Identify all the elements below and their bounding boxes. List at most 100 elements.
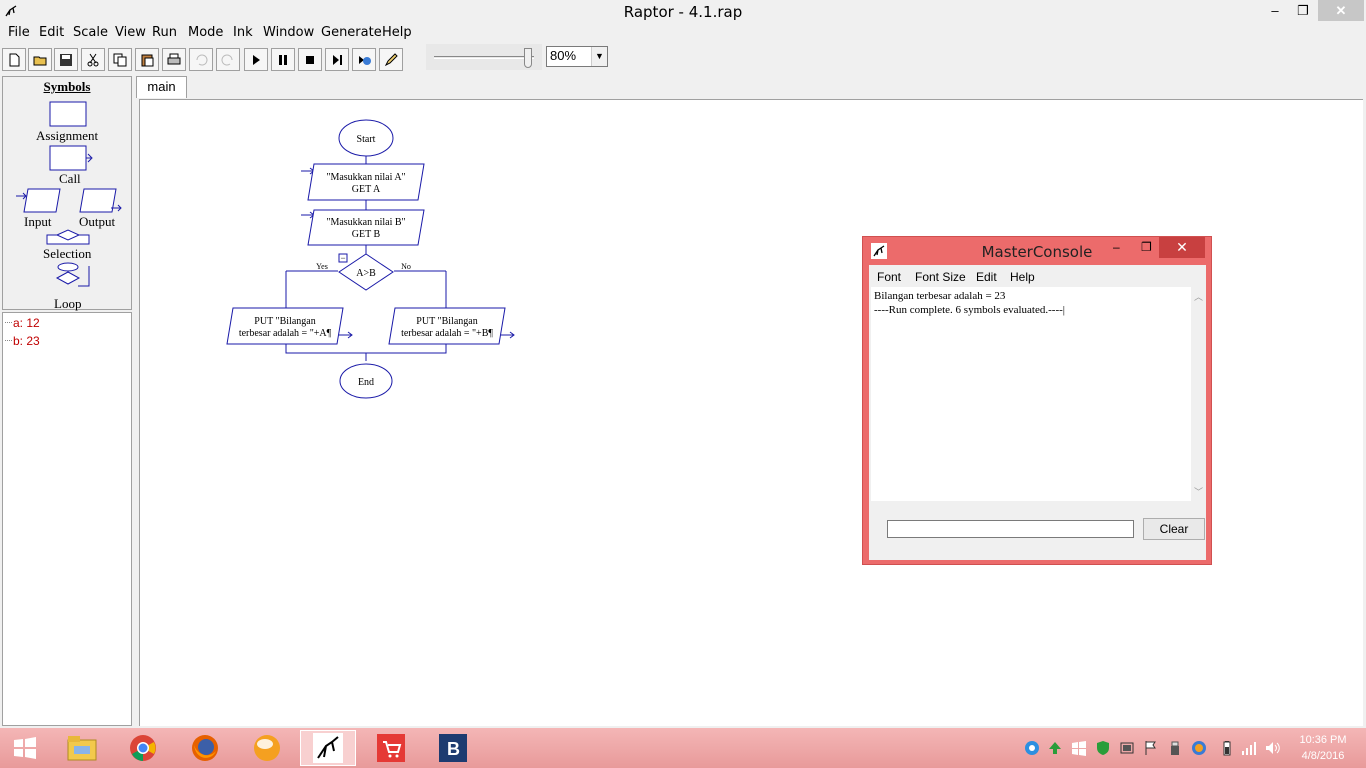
collapse-icon: − <box>340 253 345 263</box>
console-output[interactable]: Bilangan terbesar adalah = 23 ----Run co… <box>871 287 1191 501</box>
zoom-value: 80% <box>550 48 577 63</box>
new-file-button[interactable] <box>2 48 26 71</box>
input-b-prompt: "Masukkan nilai B" <box>326 217 405 228</box>
pause-icon <box>279 54 287 65</box>
master-console-window: MasterConsole – ❐ ✕ Font Font Size Edit … <box>862 236 1212 565</box>
console-input[interactable] <box>887 520 1134 538</box>
scroll-up-icon[interactable]: ︿ <box>1194 290 1203 303</box>
input-b-get: GET B <box>352 229 381 240</box>
menu-scale[interactable]: Scale <box>73 25 108 40</box>
save-button[interactable] <box>54 48 78 71</box>
console-menu-edit[interactable]: Edit <box>976 270 997 284</box>
clear-button[interactable]: Clear <box>1143 518 1205 540</box>
menu-run[interactable]: Run <box>152 25 177 40</box>
symbols-palette <box>16 101 122 287</box>
zoom-select[interactable]: 80% ▼ <box>546 46 608 67</box>
taskbar-app-shop[interactable] <box>363 730 419 766</box>
test-server-icon <box>359 55 371 65</box>
shield-icon[interactable] <box>1095 740 1111 756</box>
close-button[interactable]: ✕ <box>1318 0 1364 21</box>
pause-button[interactable] <box>271 48 295 71</box>
menu-generate[interactable]: Generate <box>321 25 382 40</box>
paste-button[interactable] <box>135 48 159 71</box>
tab-bar: main <box>136 76 1366 98</box>
menu-ink[interactable]: Ink <box>233 25 253 40</box>
console-menu-font[interactable]: Font <box>877 270 901 284</box>
console-minimize-button[interactable]: – <box>1113 240 1120 254</box>
output-symbol-icon[interactable] <box>79 188 122 213</box>
cut-button[interactable] <box>81 48 105 71</box>
console-maximize-button[interactable]: ❐ <box>1141 240 1152 254</box>
console-menu-font-size[interactable]: Font Size <box>915 270 966 284</box>
menu-window[interactable]: Window <box>263 25 314 40</box>
step-button[interactable] <box>325 48 349 71</box>
taskbar-app-chrome[interactable] <box>115 730 171 766</box>
input-a-prompt: "Masukkan nilai A" <box>326 172 405 183</box>
system-clock[interactable]: 10:36 PM 4/8/2016 <box>1290 732 1356 764</box>
undo-button[interactable] <box>189 48 213 71</box>
symbol-label-loop: Loop <box>54 296 82 311</box>
assignment-symbol-icon[interactable] <box>49 101 87 127</box>
variable-a[interactable]: a: 12 <box>5 316 40 330</box>
maximize-button[interactable]: ❐ <box>1290 0 1316 21</box>
step-icon <box>333 54 342 65</box>
output-no-line1: PUT "Bilangan <box>416 316 477 327</box>
console-body: Font Font Size Edit Help Bilangan terbes… <box>869 265 1206 560</box>
bukalapak-icon: B <box>439 734 467 762</box>
zoom-slider[interactable] <box>426 44 542 70</box>
selection-symbol-icon[interactable] <box>46 229 90 245</box>
print-icon <box>167 53 181 64</box>
menu-help[interactable]: Help <box>382 25 412 40</box>
call-symbol-icon[interactable] <box>49 145 93 171</box>
ink-button[interactable] <box>379 48 403 71</box>
taskbar-app-b[interactable]: B <box>425 730 481 766</box>
scroll-down-icon[interactable]: ﹀ <box>1194 485 1203 498</box>
console-scrollbar[interactable]: ︿ ﹀ <box>1191 287 1206 501</box>
start-button[interactable] <box>0 730 50 766</box>
menu-edit[interactable]: Edit <box>39 25 64 40</box>
taskbar-app-raptor[interactable] <box>300 730 356 766</box>
console-menu-help[interactable]: Help <box>1010 270 1035 284</box>
taskbar-app-explorer[interactable] <box>54 730 110 766</box>
run-button[interactable] <box>244 48 268 71</box>
loop-symbol-icon[interactable] <box>55 262 90 287</box>
chevron-down-icon[interactable]: ▼ <box>591 47 607 66</box>
usb-icon[interactable] <box>1167 740 1183 756</box>
start-label: Start <box>357 134 376 145</box>
print-button[interactable] <box>162 48 186 71</box>
variable-b[interactable]: b: 23 <box>5 334 40 348</box>
output-yes-line2: terbesar adalah = "+A¶ <box>239 328 332 339</box>
signal-icon[interactable] <box>1241 740 1257 756</box>
symbol-label-selection: Selection <box>43 246 92 261</box>
raptor-icon <box>313 733 343 763</box>
volume-icon[interactable] <box>1264 740 1280 756</box>
flag-icon[interactable] <box>1143 740 1159 756</box>
pen-ink-icon <box>384 52 398 66</box>
test-server-button[interactable] <box>352 48 376 71</box>
slider-thumb[interactable] <box>524 48 532 68</box>
menu-file[interactable]: File <box>8 25 30 40</box>
menu-view[interactable]: View <box>115 25 146 40</box>
redo-icon <box>221 54 233 65</box>
console-line: Bilangan terbesar adalah = 23 <box>874 290 1006 302</box>
svg-text:B: B <box>447 739 460 759</box>
minimize-button[interactable]: – <box>1262 0 1288 21</box>
copy-button[interactable] <box>108 48 132 71</box>
open-button[interactable] <box>28 48 52 71</box>
battery-icon[interactable] <box>1219 740 1235 756</box>
taskbar-app-media[interactable] <box>239 730 295 766</box>
window-titlebar: Raptor - 4.1.rap – ❐ ✕ <box>0 0 1366 23</box>
browser-tray-icon[interactable] <box>1191 740 1207 756</box>
console-close-button[interactable]: ✕ <box>1159 237 1205 258</box>
input-symbol-icon[interactable] <box>16 188 61 213</box>
network-globe-icon[interactable] <box>1024 740 1040 756</box>
taskbar-app-firefox[interactable] <box>177 730 233 766</box>
stop-button[interactable] <box>298 48 322 71</box>
windows-icon[interactable] <box>1071 740 1087 756</box>
open-folder-icon <box>33 56 47 65</box>
redo-button[interactable] <box>216 48 240 71</box>
window-switcher-icon[interactable] <box>1119 740 1135 756</box>
tab-main[interactable]: main <box>136 76 187 98</box>
download-manager-icon[interactable] <box>1047 740 1063 756</box>
menu-mode[interactable]: Mode <box>188 25 223 40</box>
